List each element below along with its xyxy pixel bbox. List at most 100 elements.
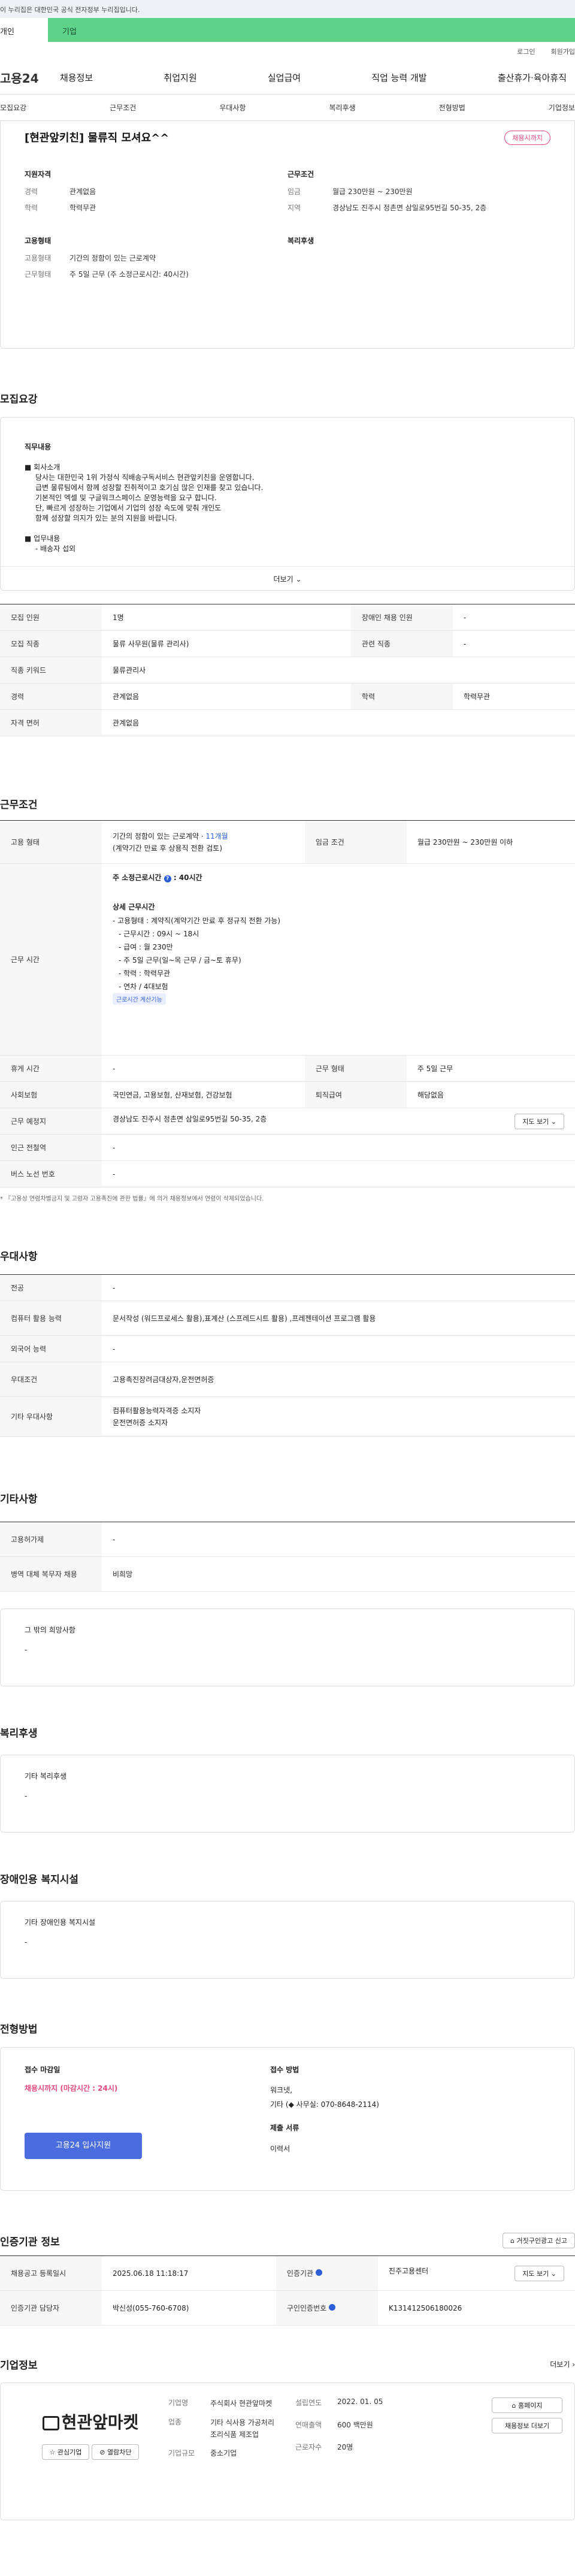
agency-map-label: 지도 보기 — [522, 2269, 549, 2278]
tab-personal[interactable]: 개인 — [0, 18, 48, 42]
pref-section: 우대사항 전공 - 컴퓨터 활용 능력 문서작성 (워드프로세스 활용),표계산 (… — [0, 1248, 575, 1437]
map-button[interactable]: 지도 보기 ⌄ — [515, 1113, 564, 1129]
work-table: 고용 형태 기간의 정함이 있는 근로계약 · 11개월 (계약기간 만료 후 상… — [0, 820, 575, 1187]
summary-row: 고용형태 기간의 정함이 있는 근로계약 — [25, 253, 288, 263]
work-section: 근무조건 고용 형태 기간의 정함이 있는 근로계약 · 11개월 (계약기간 만… — [0, 796, 575, 1202]
table-value: - — [102, 1160, 575, 1187]
gnb-item-unemployment[interactable]: 실업급여 — [268, 71, 301, 84]
table-value: 문서작성 (워드프로세스 활용),표계산 (스프레드시트 활용) ,프레젠테이션… — [102, 1301, 575, 1336]
homepage-label: 홈페이지 — [518, 2402, 543, 2409]
job-desc-line: ■ 회사소개 — [25, 463, 60, 471]
detail-hours-item: - 급여 : 월 230만 — [119, 943, 173, 951]
job-desc-title: 직무내용 — [25, 443, 52, 451]
table-row: 인증기관 담당자 박신성(055-760-6708) 구인인증번호 K13141… — [0, 2290, 575, 2326]
job-desc-line — [25, 524, 550, 534]
pref-extra-1: 컴퓨터활용능력자격증 소지자 — [113, 1406, 201, 1415]
select-left: 접수 마감일 채용시까지 (마감시간 : 24시) 고용24 입사지원 — [25, 2064, 270, 2173]
anchor-select[interactable]: 전형방법 — [439, 102, 465, 113]
anchor-welfare[interactable]: 복리후생 — [329, 102, 355, 113]
summary-key: 지역 — [288, 204, 301, 212]
site-logo[interactable]: 고용24 — [0, 69, 60, 86]
table-key: 모집 인원 — [0, 604, 102, 631]
section-title: 우대사항 — [0, 1251, 38, 1263]
anchor-pref[interactable]: 우대사항 — [219, 102, 246, 113]
more-button[interactable]: 더보기 ⌄ — [1, 566, 574, 590]
method-line-1: 워크넷, — [270, 2086, 292, 2094]
table-key: 퇴직급여 — [304, 1081, 407, 1108]
more-jobs-button[interactable]: 채용정보 더보기 — [492, 2418, 562, 2433]
login-link[interactable]: 로그인 — [517, 47, 535, 56]
anchor-recruit[interactable]: 모집요강 — [0, 102, 26, 113]
table-key: 경력 — [0, 683, 102, 710]
summary-value: 경상남도 진주시 정촌면 삼일로95번길 50-35, 2층 — [332, 204, 487, 212]
welfare-box-title: 기타 복리후생 — [25, 1772, 67, 1780]
agency-section: 인증기관 정보 ⌂ 거짓구인광고 신고 채용공고 등록일시 2025.06.18… — [0, 2233, 575, 2326]
table-value: - — [452, 604, 575, 631]
table-value: 물류관리사 — [102, 657, 575, 684]
hours-calc-button[interactable]: 근로시간 계산기능 — [113, 993, 166, 1005]
gnb-item-jobs[interactable]: 채용정보 — [60, 71, 93, 84]
company-logo: 현관앞마켓 — [13, 2409, 168, 2433]
table-value: 국민연금, 고용보험, 산재보험, 건강보험 — [102, 1081, 305, 1108]
block-company-button[interactable]: ⊘ 열람차단 — [92, 2444, 140, 2460]
table-value: - — [102, 1134, 575, 1161]
deadline-title: 접수 마감일 — [25, 2066, 60, 2074]
company-info-1: 기업명 주식회사 현관앞마켓 업종 기타 식사용 가공처리 조리식품 제조업 기업규… — [168, 2397, 288, 2505]
gnb-item-leave[interactable]: 출산휴가·육아휴직 — [498, 71, 567, 84]
info-icon[interactable] — [315, 2269, 322, 2276]
map-button-label: 지도 보기 — [522, 1117, 549, 1126]
table-row: 모집 직종 물류 사무원(물류 관리사) 관련 직종 - — [0, 630, 575, 657]
section-title: 전형방법 — [0, 2024, 38, 2036]
summary-value: 관계없음 — [69, 188, 96, 196]
job-desc-line: 당사는 대한민국 1위 가정식 직배송구독서비스 현관앞키친을 운영합니다. — [35, 473, 255, 482]
method-value: 워크넷, 기타 (◆ 사무실: 070-8648-2114) — [270, 2083, 379, 2112]
table-key: 자격 면허 — [0, 709, 102, 736]
table-key: 인근 전철역 — [0, 1134, 102, 1161]
gnb-menu: 채용정보 취업지원 실업급여 직업 능력 개발 출산휴가·육아휴직 — [60, 71, 575, 84]
table-row: 휴게 시간 - 근무 형태 주 5일 근무 — [0, 1055, 575, 1082]
select-box: 접수 마감일 채용시까지 (마감시간 : 24시) 고용24 입사지원 접수 방… — [0, 2047, 575, 2191]
company-more-link[interactable]: 더보기 › — [550, 2359, 575, 2369]
table-key: 채용공고 등록일시 — [0, 2255, 102, 2291]
company-row: 기업명 주식회사 현관앞마켓 — [168, 2397, 288, 2409]
help-icon[interactable]: ? — [164, 875, 171, 882]
table-key: 근무 예정지 — [0, 1108, 102, 1135]
favorite-label: 관심기업 — [57, 2448, 82, 2456]
welfare-section: 복리후생 기타 복리후생 - — [0, 1725, 575, 1833]
section-title: 인증기관 정보 — [0, 2236, 60, 2248]
employment-type-heading: 고용형태 — [25, 237, 52, 245]
table-value: - — [102, 1055, 305, 1082]
section-title: 기타사항 — [0, 1493, 38, 1505]
pref-table: 전공 - 컴퓨터 활용 능력 문서작성 (워드프로세스 활용),표계산 (스프레드시… — [0, 1274, 575, 1437]
table-key: 학력 — [350, 683, 453, 710]
gnb-item-support[interactable]: 취업지원 — [164, 71, 196, 84]
report-button[interactable]: ⌂ 거짓구인광고 신고 — [503, 2233, 575, 2248]
docs-title: 제출 서류 — [270, 2124, 299, 2132]
company-key: 연매출액 — [295, 2421, 322, 2429]
company-value: 주식회사 현관앞마켓 — [210, 2399, 273, 2408]
info-icon[interactable] — [328, 2304, 335, 2311]
summary-key: 근무형태 — [25, 270, 52, 279]
table-value: 관계없음 — [102, 709, 575, 736]
other-hope-box: 그 밖의 희망사항 - — [0, 1609, 575, 1686]
summary-key: 경력 — [25, 188, 38, 196]
table-row: 근무 예정지 경상남도 진주시 정촌면 삼일로95번길 50-35, 2층 지도 … — [0, 1108, 575, 1135]
homepage-button[interactable]: ⌂ 홈페이지 — [492, 2397, 562, 2413]
company-key: 업종 — [168, 2418, 182, 2426]
job-summary-card: [현관앞키친] 물류직 모셔요^^ 채용시까지 지원자격 경력 관계없음 학력 학력… — [0, 121, 575, 349]
table-value: 주 5일 근무 — [406, 1055, 575, 1082]
anchor-company[interactable]: 기업정보 — [549, 102, 575, 113]
signup-link[interactable]: 회원가입 — [551, 47, 575, 56]
table-key: 관련 직종 — [350, 630, 453, 657]
table-key: 사회보험 — [0, 1081, 102, 1108]
summary-row: 근무형태 주 5일 근무 (주 소정근로시간: 40시간) — [25, 269, 288, 279]
job-desc-line: 단, 빠르게 성장하는 기업에서 기업의 성장 속도에 맞춰 개인도 — [35, 504, 222, 512]
tab-company[interactable]: 기업 — [48, 18, 575, 42]
company-key: 설립연도 — [295, 2399, 322, 2407]
favorite-company-button[interactable]: ☆ 관심기업 — [41, 2444, 90, 2460]
apply-button[interactable]: 고용24 입사지원 — [25, 2133, 142, 2159]
agency-map-button[interactable]: 지도 보기 ⌄ — [515, 2265, 564, 2281]
gnb-item-training[interactable]: 직업 능력 개발 — [371, 71, 426, 84]
anchor-work[interactable]: 근무조건 — [110, 102, 136, 113]
table-row: 모집 인원 1명 장애인 채용 인원 - — [0, 604, 575, 631]
